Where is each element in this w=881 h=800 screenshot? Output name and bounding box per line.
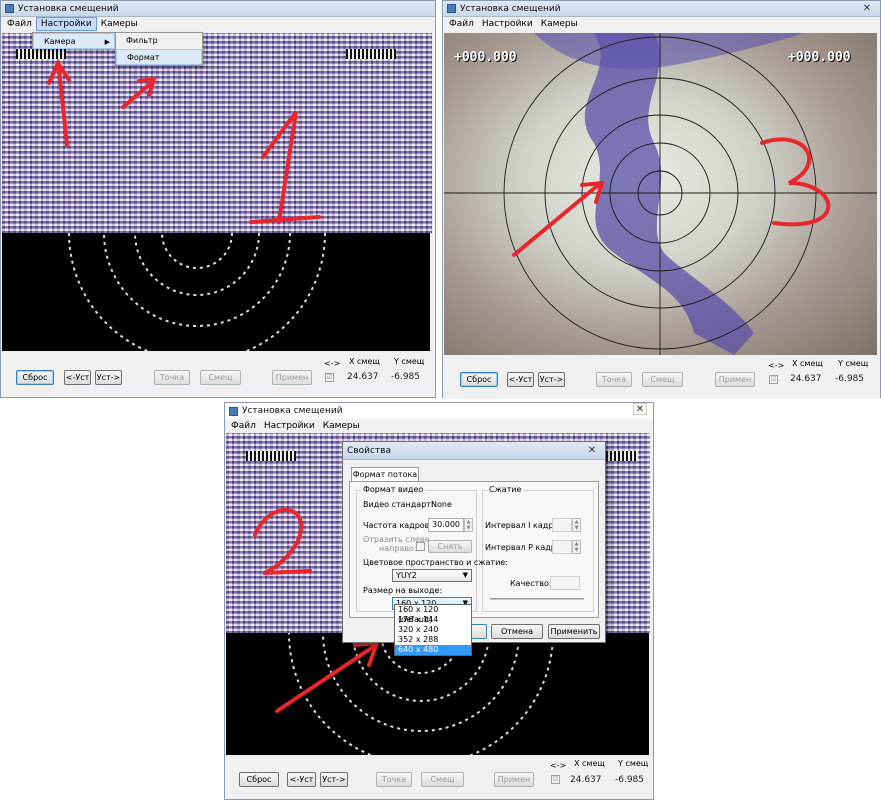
- i-frame-input[interactable]: [552, 518, 572, 532]
- arrows-label: <->: [324, 359, 341, 368]
- output-size-list: 160 x 120 (default) 176 x 144 320 x 240 …: [394, 604, 472, 656]
- app-icon: [447, 4, 456, 13]
- point-button[interactable]: Точка: [376, 772, 412, 787]
- tab-panel: Формат видео Сжатие Видео стандарт: None…: [349, 481, 599, 619]
- y-offset-label: Y смещ: [394, 357, 425, 366]
- x-offset-label: X смещ: [574, 759, 605, 768]
- reset-button[interactable]: Сброс: [460, 372, 498, 387]
- x-offset-value: 24.637: [570, 775, 602, 785]
- annotation-layer-1: [47, 58, 321, 224]
- x-offset-value: 24.637: [347, 372, 379, 382]
- colorspace-select[interactable]: YUY2 ▼: [392, 569, 472, 582]
- frame-rate-label: Частота кадров:: [363, 521, 433, 530]
- menu-settings[interactable]: Настройки: [478, 17, 537, 31]
- p-frame-input[interactable]: [552, 540, 572, 554]
- bottom-bar-2: Сброс <-Уст Уст-> Точка Смещ Примен <-> …: [225, 755, 653, 799]
- y-offset-label: Y смещ: [838, 359, 869, 368]
- right-set-button[interactable]: Уст->: [320, 772, 348, 787]
- menubar: Файл Настройки Камеры: [443, 17, 880, 31]
- colorspace-label: Цветовое пространство и сжатие:: [363, 558, 508, 567]
- point-button[interactable]: Точка: [154, 370, 190, 385]
- cancel-button[interactable]: Отмена: [491, 624, 543, 639]
- link-checkbox[interactable]: ☑: [325, 373, 334, 382]
- left-set-button[interactable]: <-Уст: [64, 370, 91, 385]
- size-option[interactable]: 176 x 144: [395, 615, 471, 625]
- y-offset-value: -6.985: [391, 372, 421, 382]
- dialog-apply-button[interactable]: Применить: [548, 624, 600, 639]
- frame-rate-input[interactable]: 30.000: [428, 518, 464, 532]
- apply-button[interactable]: Примен: [715, 372, 755, 387]
- reset-button[interactable]: Сброс: [239, 772, 279, 787]
- window-2: Установка смещений ✕ Файл Настройки Каме…: [224, 402, 654, 800]
- frame-rate-spinner[interactable]: ▲ ▼: [464, 518, 473, 532]
- size-option[interactable]: 320 x 240: [395, 625, 471, 635]
- compression-legend: Сжатие: [487, 485, 524, 494]
- point-button[interactable]: Точка: [596, 372, 632, 387]
- right-set-button[interactable]: Уст->: [538, 372, 565, 387]
- tab-stream-format-label: Формат потока: [352, 470, 418, 479]
- right-set-button[interactable]: Уст->: [95, 370, 122, 385]
- x-offset-label: X смещ: [792, 359, 823, 368]
- x-offset-label: X смещ: [349, 357, 380, 366]
- menu-file[interactable]: Файл: [445, 17, 478, 31]
- window-3-titlebar[interactable]: Установка смещений ✕: [443, 1, 880, 17]
- close-icon[interactable]: ✕: [860, 3, 874, 15]
- offset-button[interactable]: Смещ: [642, 372, 683, 387]
- annotation-1-label: 1: [241, 171, 254, 195]
- video-format-legend: Формат видео: [361, 485, 426, 494]
- y-offset-value: -6.985: [835, 374, 865, 384]
- overlay-right-value: +000.000: [788, 50, 851, 65]
- y-offset-label: Y смещ: [618, 759, 649, 768]
- window-1-titlebar[interactable]: Установка смещений: [1, 1, 435, 17]
- remove-button[interactable]: Снять: [428, 540, 472, 553]
- left-set-button[interactable]: <-Уст: [287, 772, 316, 787]
- left-set-button[interactable]: <-Уст: [507, 372, 534, 387]
- apply-button[interactable]: Примен: [494, 772, 534, 787]
- window-3: Установка смещений ✕ Файл Настройки Каме…: [442, 0, 881, 399]
- tab-stream-format[interactable]: Формат потока: [351, 467, 419, 482]
- offset-button[interactable]: Смещ: [421, 772, 464, 787]
- mirror-checkbox[interactable]: [416, 542, 425, 551]
- window-title: Установка смещений: [460, 3, 561, 14]
- offset-button[interactable]: Смещ: [200, 370, 241, 385]
- camera-view-3[interactable]: +000.000 +000.000: [444, 33, 877, 355]
- window-1: Установка смещений Файл Настройки Камеры…: [0, 0, 436, 398]
- arrows-label: <->: [768, 361, 785, 370]
- menu-cameras[interactable]: Камеры: [537, 17, 582, 31]
- quality-slider[interactable]: [490, 598, 584, 600]
- arrows-label: <->: [550, 761, 567, 770]
- i-frame-label: Интервал I кадра:: [485, 521, 561, 530]
- microscope-image: [444, 33, 877, 355]
- chevron-down-icon: ▼: [462, 571, 468, 579]
- y-offset-value: -6.985: [615, 775, 645, 785]
- dialog-title: Свойства: [347, 445, 391, 456]
- output-size-label: Размер на выходе:: [363, 586, 443, 595]
- apply-button[interactable]: Примен: [272, 370, 312, 385]
- i-frame-spinner[interactable]: ▲ ▼: [572, 518, 581, 532]
- size-option[interactable]: 352 x 288: [395, 635, 471, 645]
- quality-label: Качество:: [510, 579, 552, 588]
- size-option-selected[interactable]: 640 x 480: [395, 645, 471, 655]
- colorspace-value: YUY2: [396, 571, 417, 580]
- window-title: Установка смещений: [18, 3, 119, 14]
- video-standard-value: None: [431, 500, 452, 509]
- video-standard-label: Видео стандарт:: [363, 500, 434, 509]
- properties-dialog: Свойства ✕ Формат потока Формат видео Сж…: [342, 441, 606, 643]
- dialog-close-icon[interactable]: ✕: [585, 445, 599, 457]
- bottom-bar-3: Сброс <-Уст Уст-> Точка Смещ Примен <-> …: [443, 355, 880, 399]
- mirror-label-2: направо:: [379, 544, 417, 553]
- link-checkbox[interactable]: ☑: [551, 775, 560, 784]
- link-checkbox[interactable]: ☑: [769, 375, 778, 384]
- x-offset-value: 24.637: [790, 374, 822, 384]
- bottom-bar-1: Сброс <-Уст Уст-> Точка Смещ Примен <-> …: [1, 353, 435, 397]
- size-option[interactable]: 160 x 120 (default): [395, 605, 471, 624]
- overlay-left-value: +000.000: [454, 50, 517, 65]
- app-icon: [5, 4, 14, 13]
- quality-input[interactable]: [550, 576, 580, 590]
- dialog-titlebar[interactable]: Свойства ✕: [343, 442, 605, 460]
- reset-button[interactable]: Сброс: [16, 370, 54, 385]
- p-frame-spinner[interactable]: ▲ ▼: [572, 540, 581, 554]
